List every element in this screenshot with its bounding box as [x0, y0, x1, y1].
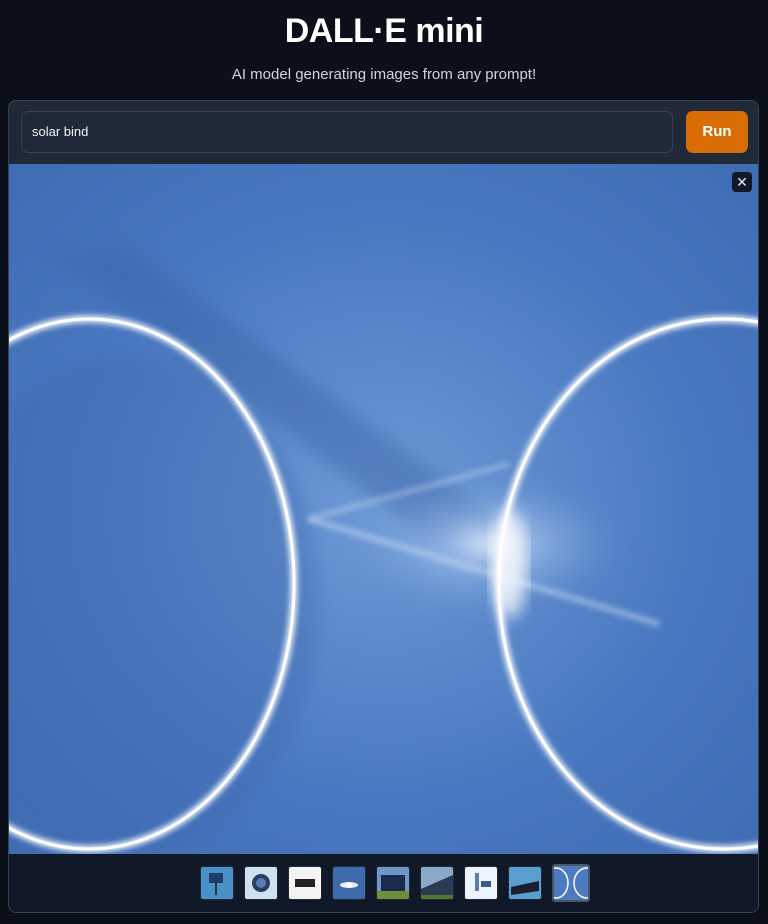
thumbnail-strip [9, 854, 758, 912]
generator-panel: solar bind Run ✕ [8, 100, 759, 913]
thumbnail[interactable] [244, 866, 278, 900]
generated-image-viewer: ✕ [9, 164, 758, 854]
thumbnail[interactable] [332, 866, 366, 900]
thumbnail[interactable] [376, 866, 410, 900]
close-icon[interactable]: ✕ [732, 172, 752, 192]
prompt-input[interactable]: solar bind [21, 111, 673, 153]
thumbnail-selected[interactable] [552, 864, 590, 902]
app-title: DALL·E mini [284, 12, 484, 50]
thumbnail[interactable] [508, 866, 542, 900]
run-button[interactable]: Run [686, 111, 748, 153]
app-subtitle: AI model generating images from any prom… [231, 66, 537, 83]
thumbnail[interactable] [464, 866, 498, 900]
thumbnail[interactable] [288, 866, 322, 900]
thumbnail[interactable] [200, 866, 234, 900]
generated-image [9, 164, 758, 854]
thumbnail[interactable] [420, 866, 454, 900]
